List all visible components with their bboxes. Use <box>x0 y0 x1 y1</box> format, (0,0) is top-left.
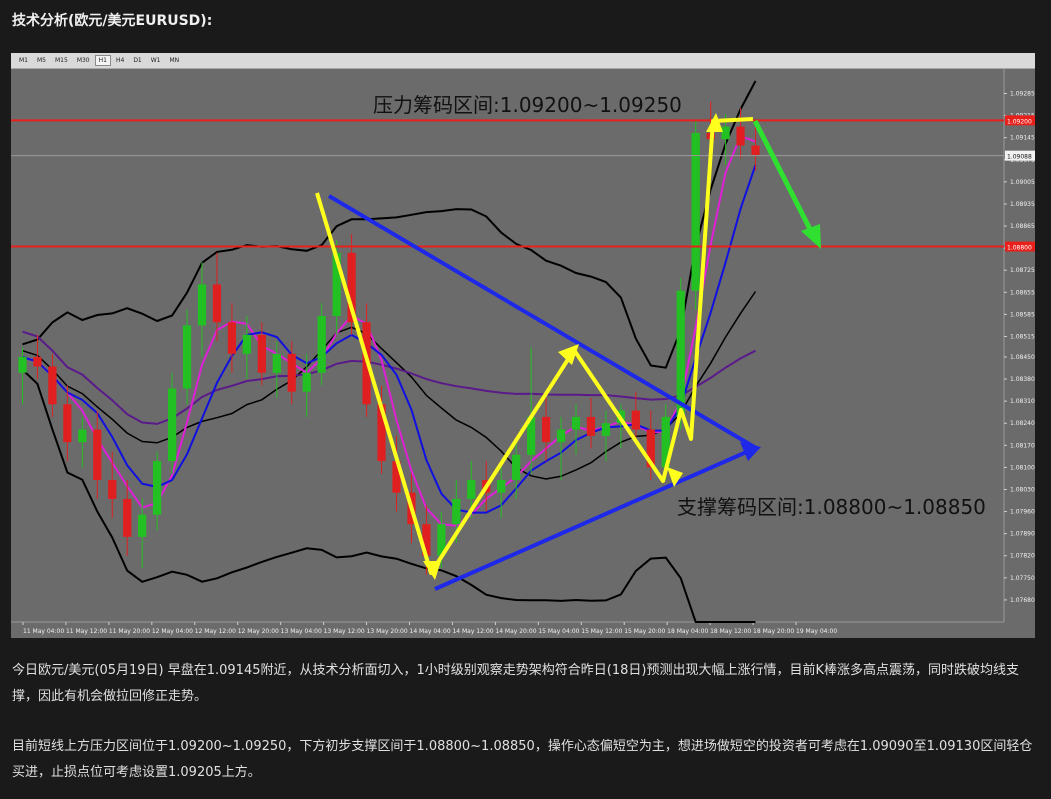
resistance-price-tag: 1.09200 <box>1007 118 1032 125</box>
timeframe-toolbar: M1 M5 M15 M30 H1 H4 D1 W1 MN <box>11 53 1035 69</box>
time-tick-label: 18 May 04:00 <box>667 628 708 635</box>
bull-candle <box>153 461 162 515</box>
price-tick-label: 1.08170 <box>1010 442 1035 449</box>
bull-candle <box>138 514 147 537</box>
timeframe-m5-button[interactable]: M5 <box>33 55 50 66</box>
current-price-tag: 1.09088 <box>1007 154 1032 161</box>
bull-candle <box>182 325 192 389</box>
bull-candle <box>497 480 506 493</box>
bear-candle <box>541 416 551 443</box>
bear-candle <box>227 322 237 354</box>
price-tick-label: 1.08655 <box>1010 289 1035 296</box>
candlestick-chart: 1.092851.092151.091451.090751.090051.089… <box>11 69 1035 638</box>
trading-chart[interactable]: M1M5M15M30H1H4D1W1MN 1.092851.092151.091… <box>11 53 1035 638</box>
resistance-zone-label: 压力筹码区间:1.09200~1.09250 <box>373 93 682 117</box>
bull-candle <box>197 284 207 326</box>
time-tick-label: 14 May 12:00 <box>452 628 493 635</box>
page-heading: 技术分析(欧元/美元EURUSD): <box>12 13 213 29</box>
time-tick-label: 11 May 20:00 <box>109 628 150 635</box>
plot-background <box>11 69 1035 638</box>
bull-candle <box>242 334 251 354</box>
bull-candle <box>18 356 27 373</box>
price-tick-label: 1.07820 <box>1010 553 1035 560</box>
bear-candle <box>108 480 117 499</box>
price-tick-label: 1.08515 <box>1010 333 1035 340</box>
bear-candle <box>631 410 640 430</box>
time-tick-label: 13 May 04:00 <box>281 628 322 635</box>
time-tick-label: 18 May 12:00 <box>710 628 751 635</box>
bull-candle <box>721 126 730 140</box>
timeframe-mn-button[interactable]: MN <box>166 55 184 66</box>
bear-candle <box>257 334 266 373</box>
bull-candle <box>512 454 521 481</box>
timeframe-d1-button[interactable]: D1 <box>129 55 145 66</box>
bull-candle <box>676 290 685 417</box>
timeframe-m30-button[interactable]: M30 <box>73 55 94 66</box>
price-tick-label: 1.08725 <box>1010 267 1035 274</box>
bear-candle <box>736 126 745 146</box>
price-tick-label: 1.08100 <box>1010 464 1035 471</box>
bull-candle <box>556 429 566 443</box>
price-tick-label: 1.08935 <box>1010 201 1035 208</box>
price-tick-label: 1.07960 <box>1010 509 1035 516</box>
analysis-paragraph-1: 今日欧元/美元(05月19日) 早盘在1.09145附近，从技术分析面切入，1小… <box>12 663 1019 704</box>
price-tick-label: 1.08450 <box>1010 354 1035 361</box>
price-tick-label: 1.07680 <box>1010 597 1035 604</box>
price-tick-label: 1.08865 <box>1010 223 1035 230</box>
price-tick-label: 1.08585 <box>1010 311 1035 318</box>
time-tick-label: 13 May 12:00 <box>324 628 365 635</box>
time-tick-label: 14 May 04:00 <box>410 628 451 635</box>
bull-candle <box>317 315 326 373</box>
price-tick-label: 1.09285 <box>1010 91 1035 98</box>
time-tick-label: 15 May 12:00 <box>581 628 622 635</box>
time-tick-label: 11 May 12:00 <box>66 628 107 635</box>
timeframe-w1-button[interactable]: W1 <box>147 55 165 66</box>
bull-candle <box>467 480 476 499</box>
price-tick-label: 1.07750 <box>1010 575 1035 582</box>
bear-candle <box>63 404 72 443</box>
bear-candle <box>586 416 596 436</box>
price-tick-label: 1.09145 <box>1010 135 1035 142</box>
bull-candle <box>302 372 311 392</box>
timeframe-m15-button[interactable]: M15 <box>51 55 72 66</box>
price-tick-label: 1.08240 <box>1010 420 1035 427</box>
bear-candle <box>287 353 296 392</box>
bear-candle <box>48 366 57 405</box>
bull-candle <box>571 416 581 430</box>
timeframe-m1-button[interactable]: M1 <box>15 55 32 66</box>
bear-candle <box>212 284 222 323</box>
bull-candle <box>167 388 177 462</box>
price-tick-label: 1.08380 <box>1010 376 1035 383</box>
time-tick-label: 12 May 12:00 <box>195 628 236 635</box>
bear-candle <box>123 498 132 537</box>
time-tick-label: 18 May 20:00 <box>753 628 794 635</box>
price-tick-label: 1.08030 <box>1010 486 1035 493</box>
price-tick-label: 1.08310 <box>1010 398 1035 405</box>
price-tick-label: 1.09005 <box>1010 179 1035 186</box>
price-tick-label: 1.07890 <box>1010 531 1035 538</box>
support-price-tag: 1.08800 <box>1007 245 1032 252</box>
support-zone-label: 支撑筹码区间:1.08800~1.08850 <box>677 495 986 519</box>
time-tick-label: 11 May 04:00 <box>23 628 64 635</box>
time-tick-label: 15 May 04:00 <box>538 628 579 635</box>
bull-candle <box>691 132 700 291</box>
bull-candle <box>601 423 611 436</box>
timeframe-h4-button[interactable]: H4 <box>112 55 128 66</box>
time-tick-label: 13 May 20:00 <box>367 628 408 635</box>
time-tick-label: 15 May 20:00 <box>624 628 665 635</box>
time-tick-label: 14 May 20:00 <box>495 628 536 635</box>
bear-candle <box>93 429 102 481</box>
time-tick-label: 19 May 04:00 <box>796 628 837 635</box>
timeframe-h1-button[interactable]: H1 <box>94 55 111 66</box>
bear-candle <box>751 145 760 156</box>
bear-candle <box>33 356 42 367</box>
time-tick-label: 12 May 20:00 <box>238 628 279 635</box>
bull-candle <box>452 498 461 525</box>
bull-candle <box>78 429 87 443</box>
bull-candle <box>272 353 281 373</box>
analysis-paragraph-2: 目前短线上方压力区间位于1.09200~1.09250，下方初步支撑区间于1.0… <box>12 739 1033 780</box>
time-tick-label: 12 May 04:00 <box>152 628 193 635</box>
